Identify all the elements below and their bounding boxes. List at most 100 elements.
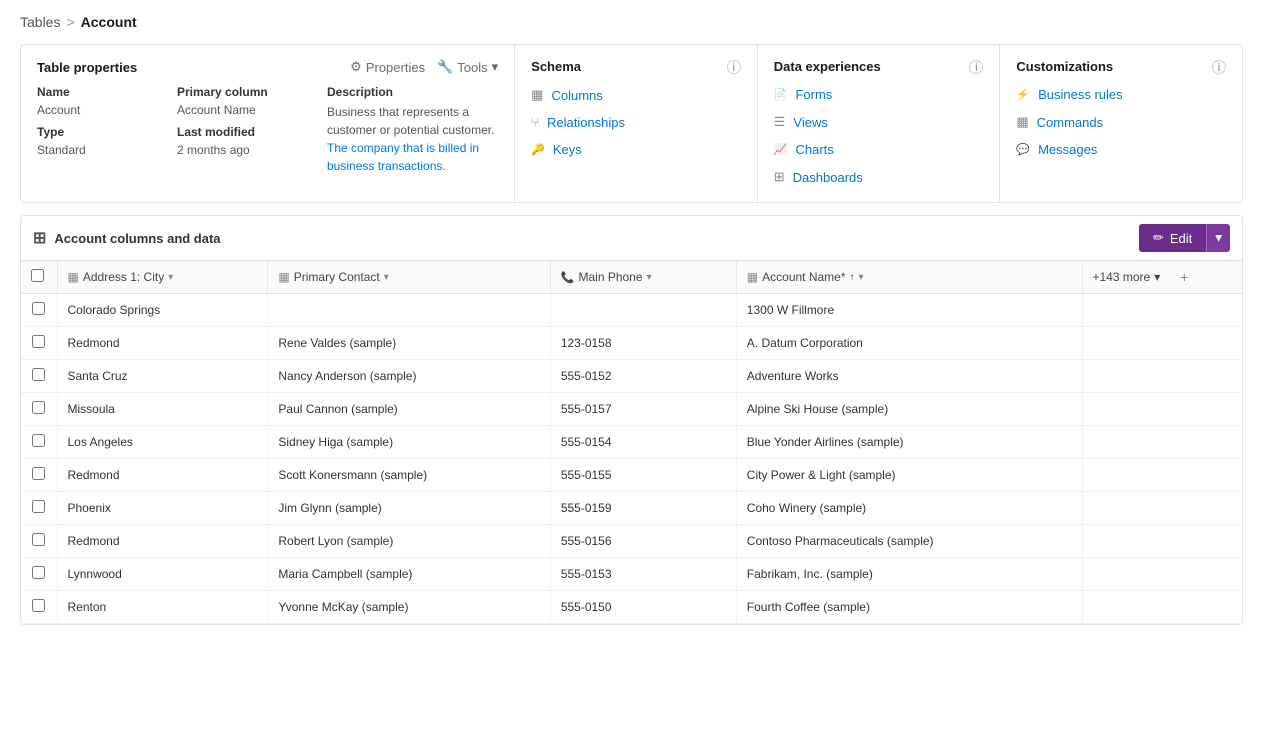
forms-link[interactable]: 📄 Forms [774, 84, 984, 105]
phone-cell: 555-0156 [550, 525, 736, 558]
name-value: Account [37, 103, 157, 117]
custom-info-icon[interactable]: i [1212, 60, 1226, 74]
city-col-icon: ▦ [68, 270, 79, 284]
row-select-checkbox[interactable] [32, 434, 45, 447]
schema-relationships-link[interactable]: ⑂ Relationships [531, 112, 741, 133]
forms-icon: 📄 [774, 88, 788, 101]
contact-sort-icon: ▾ [384, 272, 389, 283]
table-icon: ⊞ [33, 228, 46, 248]
row-select-checkbox[interactable] [32, 368, 45, 381]
table-row: RedmondRobert Lyon (sample)555-0156Conto… [21, 525, 1242, 558]
account-col-header[interactable]: ▦ Account Name* ↑ ▾ [736, 261, 1082, 294]
table-header: ▦ Address 1: City ▾ ▦ Primary Contact ▾ … [21, 261, 1242, 294]
row-select-checkbox[interactable] [32, 401, 45, 414]
extra-col-cell [1082, 558, 1242, 591]
contact-col-header[interactable]: ▦ Primary Contact ▾ [268, 261, 550, 294]
city-sort-icon: ▾ [168, 272, 173, 283]
contact-cell[interactable]: Nancy Anderson (sample) [268, 360, 550, 393]
schema-header: Schema i [531, 59, 741, 74]
phone-cell: 555-0154 [550, 426, 736, 459]
row-select-checkbox[interactable] [32, 467, 45, 480]
phone-cell: 555-0152 [550, 360, 736, 393]
account-name-cell: 1300 W Fillmore [736, 294, 1082, 327]
schema-keys-link[interactable]: 🔑 Keys [531, 139, 741, 160]
extra-col-cell [1082, 294, 1242, 327]
more-chevron-icon: ▾ [1154, 270, 1160, 284]
city-cell: Santa Cruz [57, 360, 268, 393]
panel-actions: ⚙ Properties 🔧 Tools ▾ [350, 59, 498, 75]
phone-cell [550, 294, 736, 327]
views-link[interactable]: ☰ Views [774, 111, 984, 133]
charts-link[interactable]: 📈 Charts [774, 139, 984, 160]
messages-label: Messages [1038, 142, 1097, 157]
tools-label: Tools [457, 60, 487, 75]
more-columns-btn[interactable]: +143 more ▾ [1083, 262, 1171, 292]
extra-col-cell [1082, 327, 1242, 360]
edit-dropdown-btn[interactable]: ▾ [1206, 224, 1230, 252]
select-all-checkbox[interactable] [31, 269, 44, 282]
commands-link[interactable]: ▦ Commands [1016, 111, 1226, 133]
row-checkbox [21, 360, 57, 393]
row-select-checkbox[interactable] [32, 599, 45, 612]
row-checkbox [21, 426, 57, 459]
last-modified-value: 2 months ago [177, 143, 307, 157]
phone-col-header[interactable]: 📞 Main Phone ▾ [550, 261, 736, 294]
forms-label: Forms [795, 87, 832, 102]
schema-columns-link[interactable]: ▦ Columns [531, 84, 741, 106]
row-select-checkbox[interactable] [32, 335, 45, 348]
city-col-header[interactable]: ▦ Address 1: City ▾ [57, 261, 268, 294]
contact-cell[interactable]: Maria Campbell (sample) [268, 558, 550, 591]
phone-cell: 555-0153 [550, 558, 736, 591]
phone-col-icon: 📞 [561, 271, 575, 284]
properties-btn[interactable]: ⚙ Properties [350, 59, 425, 75]
city-cell: Los Angeles [57, 426, 268, 459]
data-table-wrap: ▦ Address 1: City ▾ ▦ Primary Contact ▾ … [20, 260, 1243, 625]
contact-cell[interactable]: Rene Valdes (sample) [268, 327, 550, 360]
contact-cell[interactable]: Jim Glynn (sample) [268, 492, 550, 525]
custom-header: Customizations i [1016, 59, 1226, 74]
data-experiences-panel: Data experiences i 📄 Forms ☰ Views 📈 Cha… [758, 45, 1001, 202]
account-name-cell: A. Datum Corporation [736, 327, 1082, 360]
data-exp-links: 📄 Forms ☰ Views 📈 Charts ⊞ Dashboards [774, 84, 984, 188]
dashboards-icon: ⊞ [774, 169, 785, 185]
business-rules-link[interactable]: ⚡ Business rules [1016, 84, 1226, 105]
contact-cell: Scott Konersmann (sample) [268, 459, 550, 492]
commands-icon: ▦ [1016, 114, 1028, 130]
dashboards-link[interactable]: ⊞ Dashboards [774, 166, 984, 188]
contact-cell[interactable]: Robert Lyon (sample) [268, 525, 550, 558]
data-exp-header: Data experiences i [774, 59, 984, 74]
row-select-checkbox[interactable] [32, 302, 45, 315]
schema-info-icon[interactable]: i [727, 60, 741, 74]
top-panels: Table properties ⚙ Properties 🔧 Tools ▾ … [20, 44, 1243, 203]
data-exp-info-icon[interactable]: i [969, 60, 983, 74]
table-row: RentonYvonne McKay (sample)555-0150Fourt… [21, 591, 1242, 624]
city-cell: Missoula [57, 393, 268, 426]
row-select-checkbox[interactable] [32, 500, 45, 513]
contact-cell[interactable]: Paul Cannon (sample) [268, 393, 550, 426]
edit-main-btn[interactable]: ✏ Edit [1139, 224, 1206, 252]
breadcrumb-tables-link[interactable]: Tables [20, 14, 60, 30]
phone-sort-icon: ▾ [647, 272, 652, 283]
contact-cell[interactable]: Yvonne McKay (sample) [268, 591, 550, 624]
more-cols-header: +143 more ▾ + [1082, 261, 1242, 294]
data-exp-title: Data experiences [774, 59, 881, 74]
row-select-checkbox[interactable] [32, 533, 45, 546]
account-name-cell: Alpine Ski House (sample) [736, 393, 1082, 426]
account-name-cell: Blue Yonder Airlines (sample) [736, 426, 1082, 459]
tools-btn[interactable]: 🔧 Tools ▾ [437, 59, 498, 75]
schema-title: Schema [531, 59, 581, 74]
city-col-label: Address 1: City [83, 270, 164, 284]
table-row: Los AngelesSidney Higa (sample)555-0154B… [21, 426, 1242, 459]
commands-label: Commands [1037, 115, 1103, 130]
city-cell: Phoenix [57, 492, 268, 525]
section-bar: ⊞ Account columns and data ✏ Edit ▾ [20, 215, 1243, 260]
row-select-checkbox[interactable] [32, 566, 45, 579]
table-row: RedmondScott Konersmann (sample)555-0155… [21, 459, 1242, 492]
contact-cell[interactable]: Sidney Higa (sample) [268, 426, 550, 459]
phone-cell: 555-0159 [550, 492, 736, 525]
messages-link[interactable]: 💬 Messages [1016, 139, 1226, 160]
table-row: Colorado Springs1300 W Fillmore [21, 294, 1242, 327]
extra-col-cell [1082, 459, 1242, 492]
desc-part2: The company that is billed in business t… [327, 141, 479, 173]
add-column-btn[interactable]: + [1170, 261, 1198, 293]
